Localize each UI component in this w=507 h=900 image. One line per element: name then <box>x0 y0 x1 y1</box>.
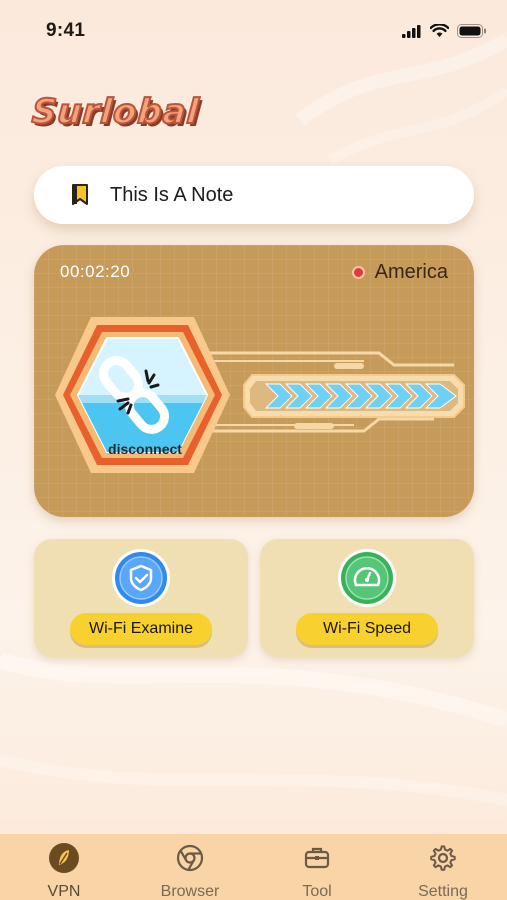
wifi-examine-tile[interactable]: Wi-Fi Examine <box>34 539 248 657</box>
tab-label-tool: Tool <box>302 883 332 900</box>
shield-check-icon <box>112 549 170 607</box>
status-icons <box>402 24 487 38</box>
note-banner[interactable]: This Is A Note <box>34 166 474 224</box>
app-logo: Surlobal <box>30 91 282 134</box>
tab-label-vpn: VPN <box>47 883 81 900</box>
vpn-leaf-icon <box>49 843 79 873</box>
app-logo-text: Surlobal <box>30 91 202 133</box>
toolbox-icon <box>304 847 330 869</box>
note-text: This Is A Note <box>110 183 234 206</box>
tab-label-browser: Browser <box>160 883 220 900</box>
wifi-speed-button[interactable]: Wi-Fi Speed <box>296 613 438 645</box>
tab-browser[interactable]: Browser <box>145 842 235 900</box>
speedometer-icon <box>338 549 396 607</box>
status-time: 9:41 <box>46 20 86 41</box>
tab-vpn[interactable]: VPN <box>19 842 109 900</box>
cellular-signal-icon <box>402 24 421 38</box>
wifi-icon <box>430 24 449 37</box>
wifi-speed-tile[interactable]: Wi-Fi Speed <box>260 539 474 657</box>
tab-setting[interactable]: Setting <box>398 842 488 900</box>
tab-label-setting: Setting <box>418 883 468 900</box>
wifi-examine-button[interactable]: Wi-Fi Examine <box>70 613 212 645</box>
chrome-browser-icon <box>176 844 204 872</box>
battery-icon <box>457 24 486 38</box>
gear-icon <box>430 845 456 871</box>
disconnect-button[interactable]: disconnect <box>90 441 200 457</box>
bottom-tab-bar: VPN Browser Tool Setting <box>0 834 507 900</box>
vpn-status-card: 00:02:20 America disconnect <box>34 245 474 517</box>
tab-tool[interactable]: Tool <box>272 842 362 900</box>
status-bar: 9:41 <box>0 0 507 60</box>
vpn-connection-graphic <box>55 317 465 473</box>
bookmark-note-icon <box>72 184 88 205</box>
